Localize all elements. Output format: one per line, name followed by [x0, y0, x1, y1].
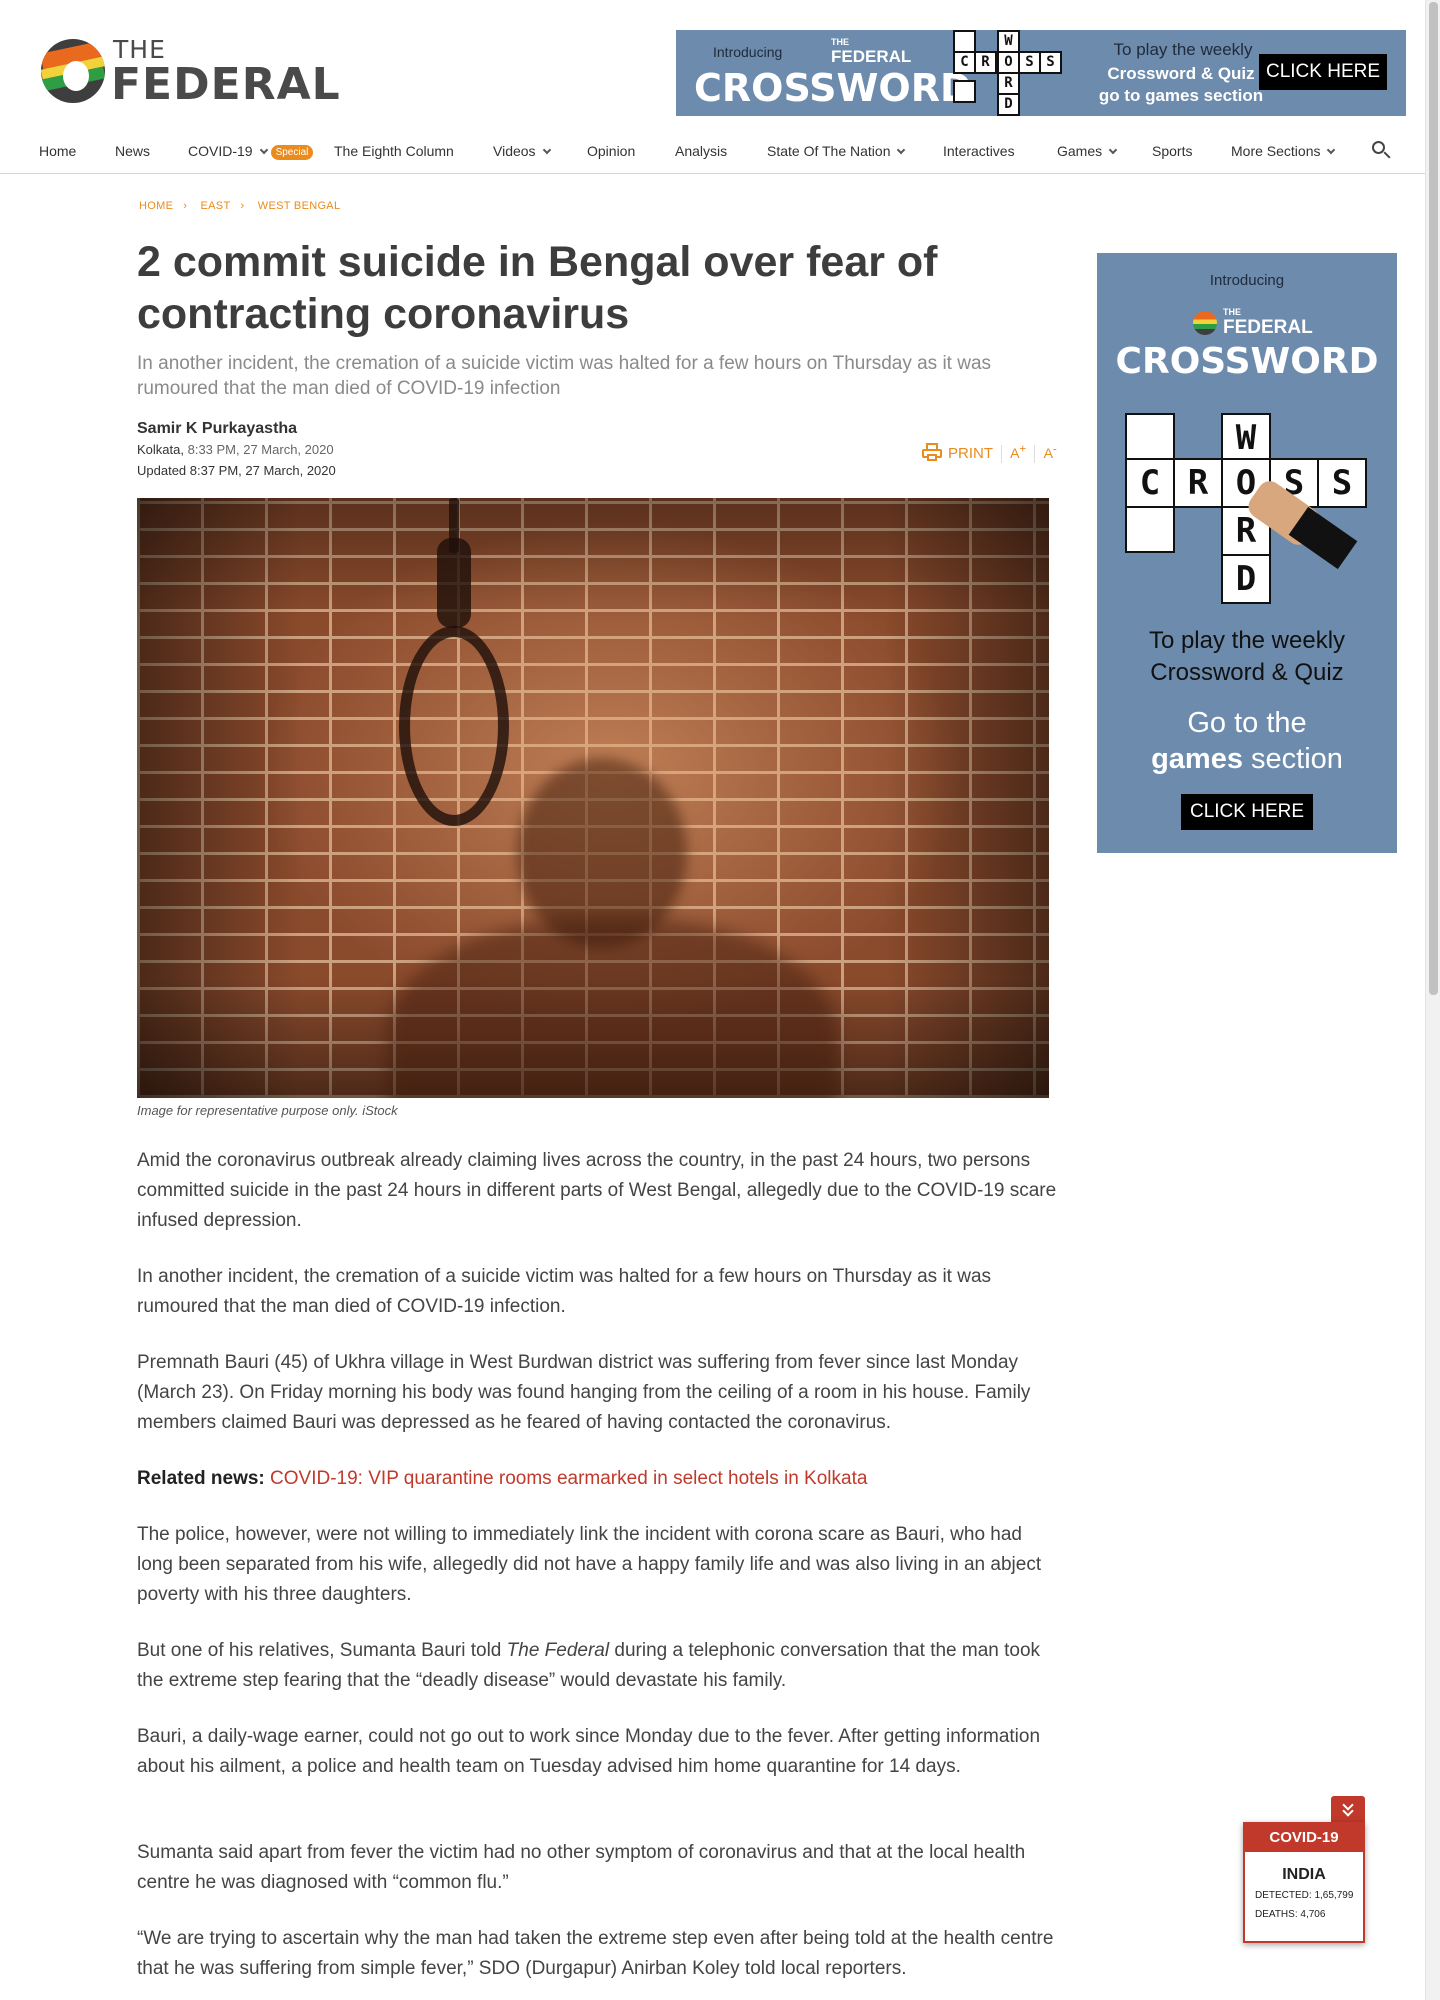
ad-line-1-2: To play the weekly Crossword & Quiz	[1148, 627, 1346, 686]
chevron-down-icon	[897, 145, 906, 155]
ad-intro-text: Introducing	[713, 44, 783, 60]
search-icon[interactable]	[1372, 141, 1392, 161]
article-author[interactable]: Samir K Purkayastha	[137, 420, 297, 438]
top-crossword-ad[interactable]: Introducing THE FEDERAL CROSSWORD W C R O…	[676, 30, 1406, 116]
chevron-down-icon	[259, 145, 268, 155]
related-news-label: Related news:	[137, 1468, 265, 1489]
ad-crossword-title: CROSSWORD	[694, 66, 972, 110]
crossword-grid-icon: W C R O S S R D	[1125, 413, 1367, 613]
special-badge: Special	[270, 145, 314, 160]
ad-federal-logo: THE FEDERAL	[831, 37, 912, 67]
nav-item-news[interactable]: News	[115, 143, 150, 159]
covid-stats-widget[interactable]: COVID-19 INDIA DETECTED: 1,65,799 DEATHS…	[1243, 1822, 1365, 1943]
covid-widget-collapse-button[interactable]	[1331, 1796, 1365, 1824]
nav-item-more-sections[interactable]: More Sections	[1231, 143, 1336, 159]
ad-click-here-button[interactable]: CLICK HERE	[1259, 54, 1387, 90]
article-hero-image	[137, 498, 1049, 1098]
nav-item-analysis[interactable]: Analysis	[675, 143, 727, 159]
site-header: THE FEDERAL Introducing THE FEDERAL CROSS…	[0, 0, 1425, 126]
federal-globe-icon	[1193, 311, 1217, 335]
breadcrumb: HOME › EAST › WEST BENGAL	[139, 200, 350, 212]
ad-federal-logo: THE FEDERAL	[1223, 307, 1313, 339]
nav-item-sports[interactable]: Sports	[1152, 143, 1192, 159]
breadcrumb-east[interactable]: EAST	[201, 200, 231, 212]
article-paragraph: But one of his relatives, Sumanta Bauri …	[137, 1640, 1041, 1691]
article-paragraph: Amid the coronavirus outbreak already cl…	[137, 1150, 1057, 1231]
nav-item-state-of-nation[interactable]: State Of The Nation	[767, 143, 906, 159]
ad-intro-text: Introducing	[1209, 272, 1285, 289]
chevron-down-icon	[1108, 145, 1118, 155]
logo-globe-icon	[41, 39, 105, 103]
print-button[interactable]: PRINT	[922, 443, 997, 462]
logo-federal-text: FEDERAL	[111, 59, 341, 110]
nav-item-games[interactable]: Games	[1057, 143, 1118, 159]
covid-deaths: DEATHS: 4,706	[1255, 1909, 1326, 1920]
article-updated-date: Updated 8:37 PM, 27 March, 2020	[137, 463, 336, 478]
article-subtitle: In another incident, the cremation of a …	[137, 353, 992, 399]
covid-widget-header: COVID-19	[1245, 1824, 1363, 1852]
site-logo[interactable]: THE FEDERAL	[41, 33, 340, 110]
breadcrumb-west-bengal[interactable]: WEST BENGAL	[258, 200, 341, 212]
ad-line-1: To play the weekly	[1113, 40, 1253, 59]
nav-item-videos[interactable]: Videos	[493, 143, 551, 159]
breadcrumb-home[interactable]: HOME	[139, 200, 173, 212]
font-decrease-button[interactable]: A-	[1044, 442, 1057, 461]
ad-crossword-title: CROSSWORD	[1115, 341, 1379, 382]
sidebar-crossword-ad[interactable]: Introducing THE FEDERAL CROSSWORD W C R O…	[1097, 253, 1397, 853]
article-paragraph: The police, however, were not willing to…	[137, 1524, 1042, 1605]
scrollbar-thumb[interactable]	[1429, 2, 1438, 995]
related-news-link[interactable]: COVID-19: VIP quarantine rooms earmarked…	[270, 1468, 867, 1489]
article-paragraph: “We are trying to ascertain why the man …	[137, 1928, 1054, 1979]
font-increase-button[interactable]: A+	[1010, 442, 1026, 461]
article-title: 2 commit suicide in Bengal over fear of …	[137, 238, 938, 338]
covid-detected: DETECTED: 1,65,799	[1255, 1890, 1354, 1901]
nav-item-interactives[interactable]: Interactives	[943, 143, 1015, 159]
article-tools: PRINT A+ A-	[922, 440, 1057, 464]
nav-item-covid-19[interactable]: COVID-19 Special	[188, 143, 314, 161]
article-paragraph: In another incident, the cremation of a …	[137, 1266, 992, 1317]
ad-line-2-3: Crossword & Quiz go to games section	[1098, 64, 1264, 105]
article-paragraph: Bauri, a daily-wage earner, could not go…	[137, 1726, 1041, 1777]
chevron-down-icon	[1327, 145, 1336, 155]
nav-item-eighth-column[interactable]: The Eighth Column	[334, 143, 454, 159]
image-caption: Image for representative purpose only. i…	[137, 1103, 398, 1118]
chevron-down-icon	[542, 145, 551, 155]
main-nav: Home News COVID-19 Special The Eighth Col…	[0, 130, 1425, 174]
ad-line-3: Go to the games section	[1151, 707, 1343, 775]
article-paragraph: Premnath Bauri (45) of Ukhra village in …	[137, 1352, 1031, 1433]
article-location-date: Kolkata, 8:33 PM, 27 March, 2020	[137, 442, 334, 457]
breadcrumb-separator-icon: ›	[240, 200, 245, 212]
nav-item-opinion[interactable]: Opinion	[587, 143, 635, 159]
nav-item-home[interactable]: Home	[39, 143, 76, 159]
breadcrumb-separator-icon: ›	[183, 200, 188, 212]
printer-icon	[922, 443, 942, 461]
ad-crossword-grid-icon: W C R O S S R D	[953, 30, 1068, 116]
article-paragraph: Sumanta said apart from fever the victim…	[137, 1842, 1026, 1893]
ad-click-here-button[interactable]: CLICK HERE	[1181, 794, 1313, 830]
page-scrollbar[interactable]	[1425, 0, 1440, 2000]
related-news: Related news: COVID-19: VIP quarantine r…	[137, 1464, 1057, 1494]
covid-country: INDIA	[1282, 1866, 1326, 1883]
